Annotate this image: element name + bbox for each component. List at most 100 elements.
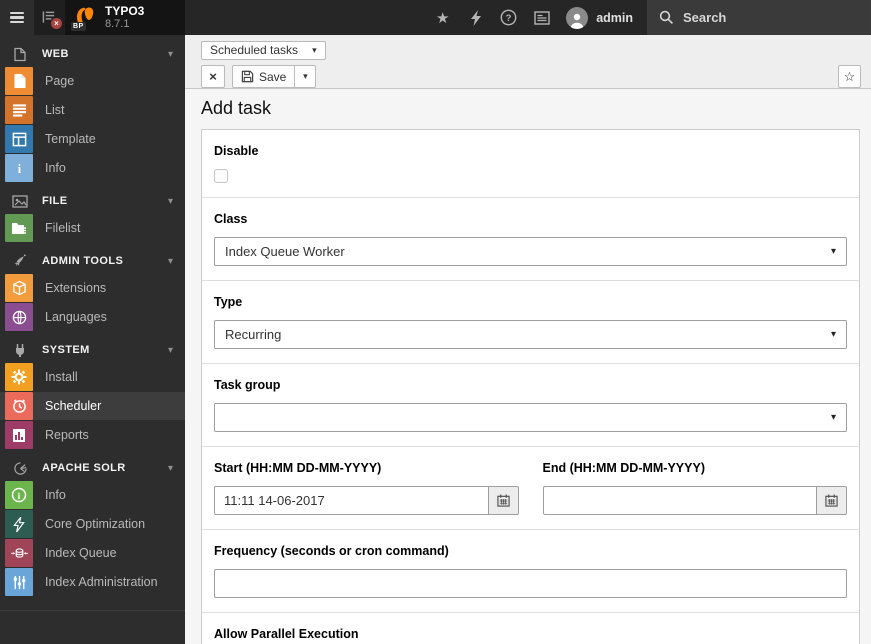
disable-checkbox[interactable] [214, 169, 228, 183]
clear-cache-button[interactable] [459, 0, 492, 35]
disable-label: Disable [214, 144, 259, 158]
module-body: Scheduled tasks ▾ × Save ▾ ☆ Add task Di… [185, 35, 871, 644]
add-task-form: Disable Class Index Queue Worker ▾ Type … [201, 129, 860, 644]
sidebar-item-label: Reports [45, 428, 89, 442]
chevron-down-icon: ▾ [167, 255, 173, 267]
save-options-button[interactable]: ▾ [294, 65, 317, 88]
help-icon: ? [500, 9, 517, 26]
sidebar-item-label: List [45, 103, 65, 117]
search-input[interactable] [683, 10, 833, 25]
end-calendar-button[interactable] [817, 486, 847, 515]
file-section-icon [12, 193, 28, 209]
sidebar-item-template[interactable]: Template [0, 125, 185, 153]
info-icon: i [5, 154, 33, 182]
sidebar-item-core-optimization[interactable]: Core Optimization [0, 510, 185, 538]
sidebar-item-index-administration[interactable]: Index Administration [0, 568, 185, 596]
sidebar-item-languages[interactable]: Languages [0, 303, 185, 331]
form-group-type: Type Recurring ▾ [202, 280, 859, 363]
user-menu[interactable]: admin [558, 0, 647, 35]
filelist-icon [5, 214, 33, 242]
sidebar-item-scheduler[interactable]: Scheduler [0, 392, 185, 420]
chevron-down-icon: ▾ [167, 462, 173, 474]
add-bookmark-button[interactable]: ☆ [838, 65, 861, 88]
sidebar-item-label: Info [45, 488, 66, 502]
sidebar-section-header-file[interactable]: FILE ▾ [0, 188, 185, 214]
product-version: 8.7.1 [105, 18, 130, 30]
install-icon [5, 363, 33, 391]
sidebar-section-label: SYSTEM [42, 344, 90, 356]
sidebar-item-reports[interactable]: Reports [0, 421, 185, 449]
star-outline-icon: ☆ [843, 68, 856, 84]
module-function-select[interactable]: Scheduled tasks ▾ [201, 40, 326, 60]
sidebar-item-info[interactable]: i Info [0, 481, 185, 509]
avatar [566, 6, 589, 29]
sidebar-item-label: Index Administration [45, 575, 158, 589]
chevron-down-icon: ▾ [167, 344, 173, 356]
start-calendar-button[interactable] [488, 486, 519, 515]
sidebar-section-label: APACHE SOLR [42, 462, 126, 474]
end-input[interactable] [542, 486, 817, 515]
opendocs-count-badge: × [51, 18, 62, 29]
allow-parallel-label: Allow Parallel Execution [214, 627, 359, 641]
search-icon [659, 10, 673, 24]
start-label: Start (HH:MM DD-MM-YYYY) [214, 461, 382, 475]
sidebar-item-label: Index Queue [45, 546, 117, 560]
start-input[interactable] [214, 486, 489, 515]
solr-info-icon: i [5, 481, 33, 509]
site-badge: BP [71, 21, 86, 31]
bolt-icon [470, 9, 481, 26]
sidebar-section-header-admin-tools[interactable]: ADMIN TOOLS ▾ [0, 248, 185, 274]
sidebar-section: APACHE SOLR ▾ i Info Core Optimization Index … [0, 455, 185, 596]
form-group-task-group: Task group ▾ [202, 363, 859, 446]
typo3-logo: BP TYPO3 8.7.1 [65, 0, 185, 35]
form-group-class: Class Index Queue Worker ▾ [202, 197, 859, 280]
workspace-button[interactable] [525, 0, 558, 35]
sidebar-item-info[interactable]: i Info [0, 154, 185, 182]
sidebar-item-list[interactable]: List [0, 96, 185, 124]
type-select[interactable]: Recurring ▾ [214, 320, 847, 349]
product-name: TYPO3 [105, 4, 145, 18]
class-select[interactable]: Index Queue Worker ▾ [214, 237, 847, 266]
star-icon: ★ [435, 9, 450, 27]
sidebar-item-extensions[interactable]: Extensions [0, 274, 185, 302]
system-section-icon [12, 342, 28, 358]
languages-icon [5, 303, 33, 331]
close-button[interactable]: × [201, 65, 225, 88]
sidebar-divider [0, 610, 185, 611]
sidebar-section-label: ADMIN TOOLS [42, 255, 124, 267]
sidebar-item-label: Extensions [45, 281, 107, 295]
frequency-label: Frequency (seconds or cron command) [214, 544, 449, 558]
calendar-icon [825, 494, 838, 507]
sidebar-section-header-web[interactable]: WEB ▾ [0, 41, 185, 67]
chevron-down-icon: ▾ [830, 412, 836, 423]
frequency-input[interactable] [214, 569, 847, 598]
solr-section-icon [12, 460, 28, 476]
sidebar-item-label: Core Optimization [45, 517, 146, 531]
sidebar-item-label: Filelist [45, 221, 81, 235]
help-button[interactable]: ? [492, 0, 525, 35]
sidebar-section: SYSTEM ▾ Install Scheduler Reports [0, 337, 185, 449]
svg-text:?: ? [506, 13, 512, 24]
toolbar-search [647, 0, 871, 35]
menu-toggle-button[interactable] [0, 0, 34, 35]
module-menu: WEB ▾ Page List Template i Info FILE ▾ Filelist AD… [0, 35, 185, 644]
opendocs-button[interactable]: × [34, 0, 65, 35]
docheader: Scheduled tasks ▾ × Save ▾ ☆ [185, 35, 871, 89]
chevron-down-icon: ▾ [830, 329, 836, 340]
sidebar-item-label: Page [45, 74, 75, 88]
chevron-down-icon: ▾ [830, 246, 836, 257]
sidebar-item-page[interactable]: Page [0, 67, 185, 95]
chevron-down-icon: ▾ [167, 195, 173, 207]
sidebar-section-label: FILE [42, 195, 68, 207]
sidebar-item-index-queue[interactable]: Index Queue [0, 539, 185, 567]
admin-tools-section-icon [12, 253, 28, 269]
sidebar-item-install[interactable]: Install [0, 363, 185, 391]
sidebar-item-filelist[interactable]: Filelist [0, 214, 185, 242]
task-group-select[interactable]: ▾ [214, 403, 847, 432]
save-button[interactable]: Save [232, 65, 296, 88]
sidebar-section-header-apache-solr[interactable]: APACHE SOLR ▾ [0, 455, 185, 481]
svg-text:i: i [18, 492, 21, 502]
sidebar-section-header-system[interactable]: SYSTEM ▾ [0, 337, 185, 363]
sidebar-item-label: Info [45, 161, 66, 175]
bookmarks-button[interactable]: ★ [426, 0, 459, 35]
